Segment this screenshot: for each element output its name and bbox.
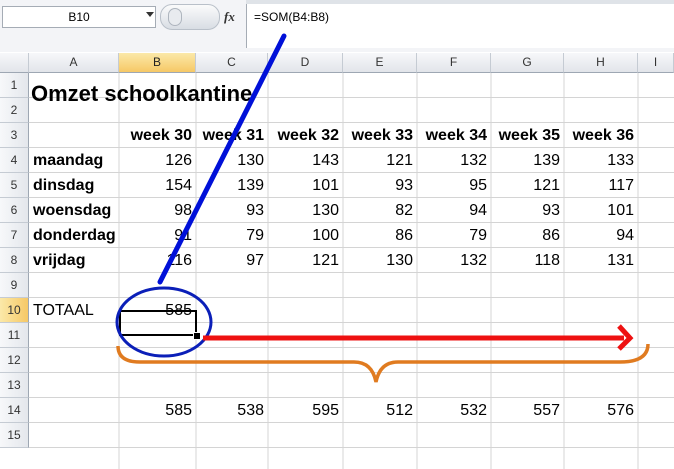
week-header[interactable]: week 31 <box>196 123 268 148</box>
day-label[interactable]: donderdag <box>29 223 119 248</box>
data-cell[interactable]: 139 <box>491 148 564 173</box>
data-cell[interactable]: 131 <box>564 248 638 273</box>
data-cell[interactable]: 139 <box>196 173 268 198</box>
day-label[interactable]: maandag <box>29 148 119 173</box>
data-cell[interactable]: 79 <box>417 223 491 248</box>
totals-cell[interactable]: 576 <box>564 398 638 423</box>
data-cell[interactable]: 94 <box>564 223 638 248</box>
data-cell[interactable]: 101 <box>268 173 343 198</box>
data-cell[interactable]: 121 <box>343 148 417 173</box>
totals-cell[interactable]: 557 <box>491 398 564 423</box>
data-cell[interactable]: 154 <box>119 173 196 198</box>
data-cell[interactable]: 132 <box>417 148 491 173</box>
data-cell[interactable]: 100 <box>268 223 343 248</box>
totals-cell[interactable]: 595 <box>268 398 343 423</box>
data-cell[interactable]: 130 <box>196 148 268 173</box>
data-cell[interactable]: 97 <box>196 248 268 273</box>
sheet-title[interactable]: Omzet schoolkantine <box>31 80 252 108</box>
data-cell[interactable]: 126 <box>119 148 196 173</box>
totals-cell[interactable]: 585 <box>119 398 196 423</box>
active-cell-border[interactable] <box>119 310 197 336</box>
total-label[interactable]: TOTAAL <box>29 298 119 323</box>
data-cell[interactable]: 93 <box>196 198 268 223</box>
week-header[interactable]: week 34 <box>417 123 491 148</box>
day-label[interactable]: woensdag <box>29 198 119 223</box>
data-cell[interactable]: 86 <box>343 223 417 248</box>
week-header[interactable]: week 33 <box>343 123 417 148</box>
data-cell[interactable]: 93 <box>491 198 564 223</box>
day-label[interactable]: dinsdag <box>29 173 119 198</box>
data-cell[interactable]: 116 <box>119 248 196 273</box>
data-cell[interactable]: 94 <box>417 198 491 223</box>
data-cell[interactable]: 130 <box>343 248 417 273</box>
data-cell[interactable]: 79 <box>196 223 268 248</box>
totals-cell[interactable]: 512 <box>343 398 417 423</box>
data-cell[interactable]: 130 <box>268 198 343 223</box>
week-header[interactable]: week 32 <box>268 123 343 148</box>
data-cell[interactable]: 101 <box>564 198 638 223</box>
data-cell[interactable]: 118 <box>491 248 564 273</box>
data-cell[interactable]: 132 <box>417 248 491 273</box>
data-cell[interactable]: 93 <box>343 173 417 198</box>
week-header[interactable]: week 36 <box>564 123 638 148</box>
totals-cell[interactable]: 532 <box>417 398 491 423</box>
data-cell[interactable]: 133 <box>564 148 638 173</box>
week-header[interactable]: week 30 <box>119 123 196 148</box>
day-label[interactable]: vrijdag <box>29 248 119 273</box>
data-cell[interactable]: 143 <box>268 148 343 173</box>
week-header[interactable]: week 35 <box>491 123 564 148</box>
data-cell[interactable]: 82 <box>343 198 417 223</box>
data-cell[interactable]: 86 <box>491 223 564 248</box>
data-cell[interactable]: 121 <box>491 173 564 198</box>
fill-handle[interactable] <box>193 332 201 340</box>
data-cell[interactable]: 117 <box>564 173 638 198</box>
totals-cell[interactable]: 538 <box>196 398 268 423</box>
data-cell[interactable]: 98 <box>119 198 196 223</box>
data-cell[interactable]: 121 <box>268 248 343 273</box>
data-cell[interactable]: 95 <box>417 173 491 198</box>
data-cell[interactable]: 91 <box>119 223 196 248</box>
